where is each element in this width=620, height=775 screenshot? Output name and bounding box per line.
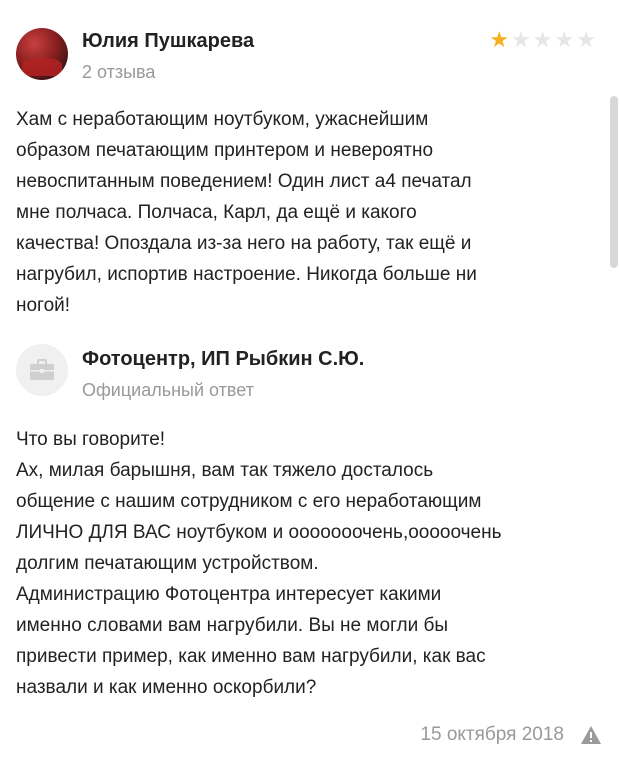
reply-text: Что вы говорите! Ах, милая барышня, вам … [16, 429, 502, 698]
reply-date: 15 октября 2018 [420, 724, 564, 745]
star-empty-icon: ★ [511, 27, 531, 52]
review-author-name[interactable]: Юлия Пушкарева [82, 30, 254, 53]
reply-footer: 15 октября 2018 [420, 724, 602, 746]
review-header: Юлия Пушкарева 2 отзыва ★ ★ ★ ★ ★ [16, 22, 596, 92]
star-rating: ★ ★ ★ ★ ★ [489, 28, 596, 52]
star-empty-icon: ★ [532, 27, 553, 52]
star-filled-icon: ★ [489, 27, 510, 52]
review-count: 2 отзыва [82, 62, 156, 82]
scrollbar[interactable] [608, 0, 618, 775]
reply-author-name[interactable]: Фотоцентр, ИП Рыбкин С.Ю. [82, 348, 364, 371]
star-empty-icon: ★ [576, 27, 596, 52]
official-reply-label: Официальный ответ [82, 380, 254, 400]
briefcase-icon [16, 344, 68, 396]
avatar[interactable] [16, 28, 68, 80]
warning-icon[interactable] [580, 724, 602, 746]
scrollbar-thumb[interactable] [610, 96, 618, 268]
star-empty-icon: ★ [554, 27, 575, 52]
reply-header: Фотоцентр, ИП Рыбкин С.Ю. Официальный от… [16, 340, 596, 410]
review-text: Хам с неработающим ноутбуком, ужаснейшим… [16, 109, 477, 316]
